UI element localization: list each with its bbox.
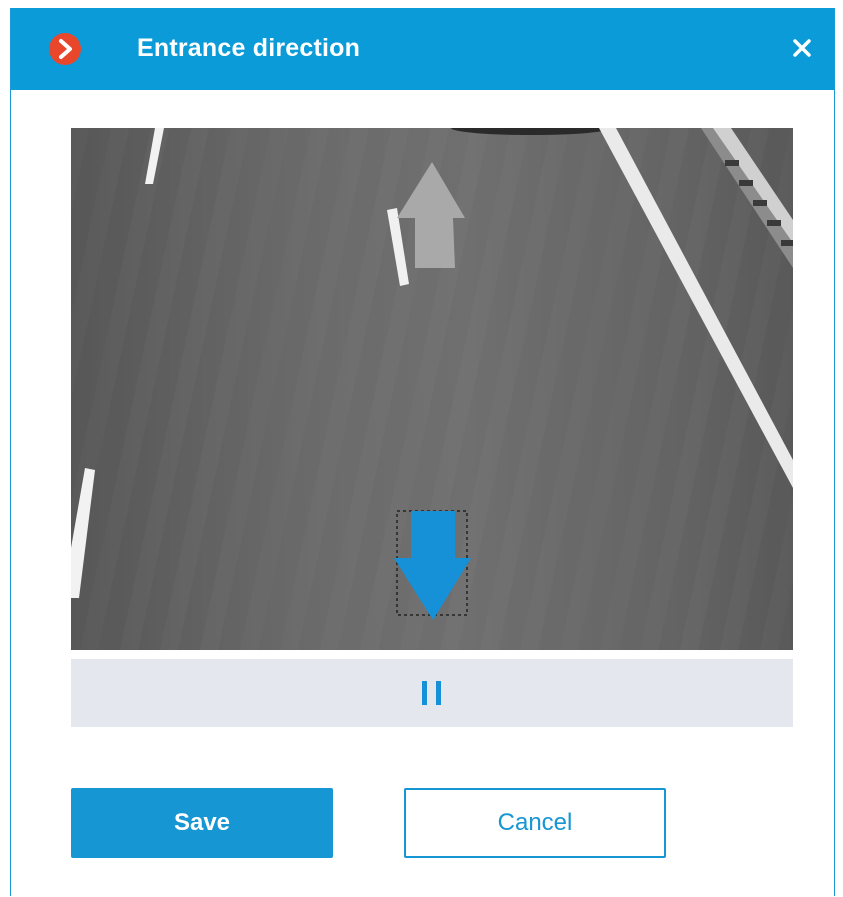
save-button[interactable]: Save — [71, 788, 333, 858]
cancel-button[interactable]: Cancel — [404, 788, 666, 858]
entrance-direction-dialog: Entrance direction Save Cancel — [10, 8, 835, 896]
player-controls[interactable] — [71, 659, 793, 727]
title-bar: Entrance direction — [11, 8, 834, 90]
close-button[interactable] — [786, 32, 818, 64]
close-icon — [793, 39, 811, 57]
app-logo-icon — [49, 33, 81, 65]
dialog-title: Entrance direction — [137, 34, 361, 62]
pause-icon[interactable] — [420, 679, 444, 707]
video-frame[interactable] — [71, 128, 793, 650]
